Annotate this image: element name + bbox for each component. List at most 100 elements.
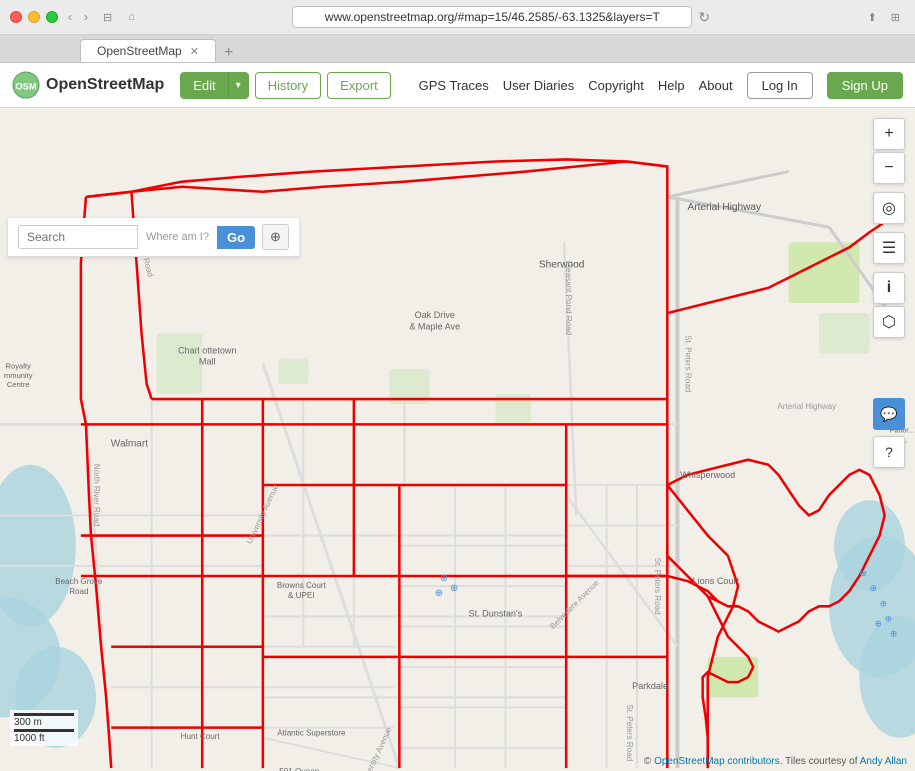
svg-text:Arterial Highway: Arterial Highway [777,402,837,411]
svg-text:Lions Court: Lions Court [693,576,740,586]
copyright-link[interactable]: Copyright [588,78,644,93]
svg-text:⊕: ⊕ [859,568,867,578]
chat-icon: 💬 [880,406,897,423]
help-link[interactable]: Help [658,78,685,93]
active-tab[interactable]: OpenStreetMap ✕ [80,39,216,62]
login-button[interactable]: Log In [747,72,813,99]
svg-text:Road: Road [69,587,88,596]
svg-text:Beach Grove: Beach Grove [55,577,103,586]
export-button[interactable]: Export [327,72,391,99]
maximize-button[interactable] [46,11,58,23]
andy-allan-link[interactable]: Andy Allan [860,756,907,767]
chat-button[interactable]: 💬 [873,398,905,430]
where-am-i-label: Where am I? [146,231,209,243]
svg-text:Parkdale: Parkdale [632,681,668,691]
svg-text:Browns Court: Browns Court [277,581,327,590]
browser-chrome: ‹ › ⊟ ⌂ ↻ ⬆ ⊞ OpenStreetMap ✕ + [0,0,915,63]
share-button[interactable]: ⬆ [863,9,882,26]
edit-button-group: Edit ▾ [180,72,248,99]
osm-application: OSM OpenStreetMap Edit ▾ History Export … [0,63,915,771]
map-container[interactable]: Where am I? Go ⊕ [0,108,915,771]
svg-text:Pleasant Pond Road: Pleasant Pond Road [564,261,573,335]
help-map-button[interactable]: ? [873,436,905,468]
svg-text:& Maple Ave: & Maple Ave [409,321,460,331]
info-icon: i [887,279,891,297]
sidebar-toggle-button[interactable]: ⊟ [98,9,117,26]
about-link[interactable]: About [699,78,733,93]
history-button[interactable]: History [255,72,321,99]
svg-text:Charl ottetown: Charl ottetown [178,346,237,356]
svg-text:St. Peters Road: St. Peters Road [683,335,692,392]
svg-text:⊕: ⊕ [870,583,878,593]
osm-logo-icon: OSM [12,71,40,99]
scale-bar-inner: 300 m 1000 ft [10,710,78,746]
gps-traces-link[interactable]: GPS Traces [419,78,489,93]
help-icon: ? [885,444,893,460]
svg-text:Atlantic Superstore: Atlantic Superstore [277,729,346,738]
back-button[interactable]: ‹ [64,8,76,26]
layers-icon: ☰ [882,238,896,258]
browser-titlebar: ‹ › ⊟ ⌂ ↻ ⬆ ⊞ [0,0,915,35]
svg-text:Sherwood: Sherwood [539,260,585,271]
svg-text:St. Peters Road: St. Peters Road [653,558,662,615]
search-input[interactable] [18,225,138,249]
header-right-nav: GPS Traces User Diaries Copyright Help A… [419,72,903,99]
info-button[interactable]: i [873,272,905,304]
add-bookmark-button[interactable]: ⊞ [886,9,905,26]
url-input[interactable] [292,6,692,28]
share-map-button[interactable]: ⬡ [873,306,905,338]
svg-text:Mall: Mall [199,357,216,367]
minimize-button[interactable] [28,11,40,23]
svg-text:⊕: ⊕ [435,588,443,599]
scale-line-feet [14,729,74,732]
map-controls: + − ◎ ☰ i ⬡ [873,118,905,338]
svg-text:Whisperwood: Whisperwood [680,470,735,480]
signup-button[interactable]: Sign Up [827,72,903,99]
traffic-lights [10,11,58,23]
new-tab-button[interactable]: + [220,44,237,62]
svg-text:North River Road: North River Road [92,464,101,526]
share-icon: ⬡ [882,312,896,332]
osm-logo-text: OpenStreetMap [46,76,164,94]
tab-close-button[interactable]: ✕ [190,45,199,58]
zoom-in-button[interactable]: + [873,118,905,150]
browser-nav-buttons: ‹ › [64,8,92,26]
svg-text:Hunt Court: Hunt Court [181,732,221,741]
svg-text:⊕: ⊕ [885,613,893,623]
forward-button[interactable]: › [80,8,92,26]
osm-header: OSM OpenStreetMap Edit ▾ History Export … [0,63,915,108]
search-geo-button[interactable]: ⊕ [262,224,289,250]
map-attribution: © OpenStreetMap contributors. Tiles cour… [644,756,907,767]
svg-text:Walmart: Walmart [111,439,148,450]
svg-text:⊕: ⊕ [450,583,458,594]
zoom-out-button[interactable]: − [873,152,905,184]
attribution-text: © OpenStreetMap contributors. Tiles cour… [644,756,907,767]
close-button[interactable] [10,11,22,23]
svg-text:Oak Drive: Oak Drive [415,310,455,320]
tab-title: OpenStreetMap [97,44,182,58]
osm-copyright-link[interactable]: OpenStreetMap contributors [654,756,780,767]
svg-text:mmunity: mmunity [4,371,33,380]
edit-button[interactable]: Edit [181,73,227,98]
scale-bar: 300 m 1000 ft [10,710,78,746]
svg-text:Arterial Highway: Arterial Highway [688,202,763,213]
osm-logo[interactable]: OSM OpenStreetMap [12,71,164,99]
zoom-in-icon: + [884,125,893,143]
locate-me-button[interactable]: ◎ [873,192,905,224]
scale-line-meters [14,713,74,716]
edit-dropdown-button[interactable]: ▾ [228,73,248,98]
svg-text:St. Dunstan's: St. Dunstan's [469,608,523,618]
browser-tab-bar: OpenStreetMap ✕ + [0,35,915,62]
locate-icon: ◎ [882,198,896,218]
user-diaries-link[interactable]: User Diaries [503,78,575,93]
search-bar: Where am I? Go ⊕ [8,218,299,257]
url-bar-container: ↻ [146,6,857,28]
header-nav: Edit ▾ History Export [180,72,390,99]
refresh-button[interactable]: ↻ [698,9,710,26]
layers-button[interactable]: ☰ [873,232,905,264]
svg-text:OSM: OSM [15,82,36,92]
svg-text:& UPEI: & UPEI [288,591,315,600]
search-go-button[interactable]: Go [217,226,255,249]
home-button[interactable]: ⌂ [123,9,140,25]
svg-text:⊕: ⊕ [875,619,883,629]
